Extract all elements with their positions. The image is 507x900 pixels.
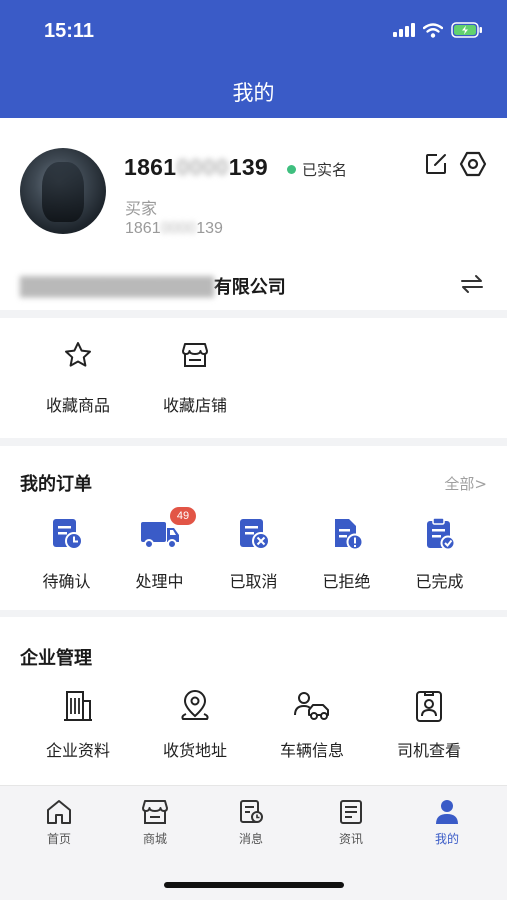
status-bar: 15:11 [0, 0, 507, 62]
edit-icon[interactable] [424, 152, 448, 176]
all-orders-link[interactable]: 全部> [444, 473, 487, 494]
home-icon [47, 800, 71, 824]
rejected-icon [334, 519, 363, 551]
completed-icon [426, 517, 455, 551]
switch-company-icon[interactable] [460, 274, 484, 294]
enterprise-info-button[interactable]: 企业资料 [23, 689, 133, 761]
phone-masked: 0000 [176, 154, 229, 180]
order-pending-confirm-label: 待确认 [42, 572, 91, 591]
app-header: 15:11 我的 [0, 0, 507, 118]
tab-messages-label: 消息 [238, 832, 263, 846]
order-processing[interactable]: 49 处理中 [113, 507, 206, 592]
profile-icon [436, 800, 458, 824]
orders-title: 我的订单 [20, 474, 92, 495]
phone-suffix: 139 [228, 154, 269, 180]
company-suffix: 有限公司 [213, 277, 286, 298]
cancelled-icon [239, 519, 270, 550]
favorite-products-label: 收藏商品 [45, 396, 110, 415]
profile-card: 18610000139 已实名 买家 18610000139 █████████… [0, 118, 507, 310]
store-icon [182, 343, 208, 367]
order-cancelled[interactable]: 已取消 [207, 516, 300, 592]
favorite-stores-button[interactable]: 收藏店铺 [140, 340, 250, 416]
verified-dot [287, 165, 296, 174]
driver-card-icon [416, 691, 442, 722]
mall-icon [142, 800, 168, 824]
vehicle-info-button[interactable]: 车辆信息 [257, 689, 367, 761]
star-icon [65, 342, 91, 367]
order-completed-label: 已完成 [415, 572, 464, 591]
tab-mall[interactable]: 商城 [110, 799, 200, 847]
tab-profile-label: 我的 [434, 832, 459, 846]
favorites-card: 收藏商品 收藏店铺 [0, 318, 507, 438]
status-time: 15:11 [44, 20, 95, 42]
favorite-stores-label: 收藏店铺 [162, 396, 227, 415]
vehicle-info-label: 车辆信息 [279, 741, 344, 760]
avatar[interactable] [20, 148, 106, 234]
orders-card: 我的订单 全部> 待确认 49 处理中 已取消 已拒绝 已完成 [0, 446, 507, 610]
order-completed[interactable]: 已完成 [393, 516, 486, 592]
order-rejected-label: 已拒绝 [322, 572, 371, 591]
page-title: 我的 [232, 81, 275, 105]
tab-profile[interactable]: 我的 [402, 799, 492, 847]
tab-home-label: 首页 [46, 832, 71, 846]
company-masked: ██████████████ [20, 277, 214, 298]
company-name: ██████████████有限公司 [20, 273, 286, 299]
signal-icon [393, 23, 415, 37]
message-icon [240, 800, 263, 823]
phone-sub-masked: 0000 [160, 220, 197, 237]
driver-view-button[interactable]: 司机查看 [374, 689, 484, 761]
tab-home[interactable]: 首页 [14, 799, 104, 847]
order-cancelled-label: 已取消 [229, 572, 278, 591]
shipping-address-label: 收货地址 [162, 741, 227, 760]
tab-messages[interactable]: 消息 [206, 799, 296, 847]
order-rejected[interactable]: 已拒绝 [300, 516, 393, 592]
tab-news[interactable]: 资讯 [306, 799, 396, 847]
tab-mall-label: 商城 [142, 832, 167, 846]
tab-news-label: 资讯 [338, 832, 363, 846]
favorite-products-button[interactable]: 收藏商品 [23, 340, 133, 416]
wifi-icon [423, 22, 443, 38]
enterprise-title: 企业管理 [20, 648, 92, 669]
user-role: 买家 [125, 199, 158, 218]
enterprise-info-label: 企业资料 [45, 741, 110, 760]
settings-icon[interactable] [459, 150, 487, 178]
phone-prefix: 1861 [124, 154, 177, 180]
enterprise-card: 企业管理 企业资料 收货地址 车辆信息 司机查看 [0, 617, 507, 785]
phone-sub-prefix: 1861 [125, 220, 161, 237]
status-icons [393, 22, 483, 38]
verified-label: 已实名 [302, 161, 348, 179]
order-processing-label: 处理中 [135, 572, 184, 591]
shipping-address-button[interactable]: 收货地址 [140, 689, 250, 761]
processing-count-badge: 49 [170, 507, 196, 525]
vehicle-icon [294, 692, 329, 720]
phone-sub-suffix: 139 [196, 220, 223, 237]
pending-confirm-icon [52, 519, 83, 550]
battery-icon [451, 22, 482, 38]
user-phone: 18610000139 [124, 154, 268, 181]
home-indicator [164, 882, 344, 888]
verified-status: 已实名 [287, 159, 347, 180]
driver-view-label: 司机查看 [396, 741, 461, 760]
location-icon [181, 690, 209, 720]
user-phone-secondary: 18610000139 [125, 220, 223, 238]
news-icon [340, 800, 362, 824]
building-icon [64, 691, 92, 721]
order-pending-confirm[interactable]: 待确认 [20, 516, 113, 592]
